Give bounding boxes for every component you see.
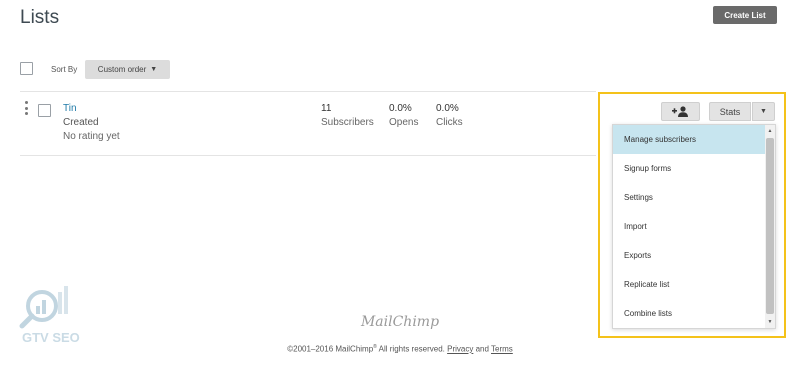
menu-list: Manage subscribers Signup forms Settings… xyxy=(613,125,765,328)
menu-item-manage-subscribers[interactable]: Manage subscribers xyxy=(613,125,765,154)
list-row-checkbox[interactable] xyxy=(38,104,51,117)
rights-text: All rights reserved. xyxy=(376,344,448,354)
menu-scrollbar[interactable]: ▲ ▼ xyxy=(765,125,775,328)
stats-dropdown-toggle[interactable]: ▼ xyxy=(752,102,775,121)
footer-copyright: ©2001–2016 MailChimp® All rights reserve… xyxy=(0,344,800,354)
page-title: Lists xyxy=(20,7,60,28)
sort-by-label: Sort By xyxy=(51,65,78,74)
scroll-up-icon[interactable]: ▲ xyxy=(767,128,773,134)
watermark-text: GTV SEO xyxy=(22,330,80,345)
opens-rate: 0.0% xyxy=(389,103,412,114)
divider-top xyxy=(20,91,596,92)
stats-button[interactable]: Stats xyxy=(709,102,751,121)
opens-label: Opens xyxy=(389,117,419,128)
clicks-label: Clicks xyxy=(436,117,463,128)
menu-item-replicate-list[interactable]: Replicate list xyxy=(613,270,765,299)
sort-select[interactable]: Custom order ▼ xyxy=(85,60,170,79)
menu-item-import[interactable]: Import xyxy=(613,212,765,241)
drag-handle-icon[interactable] xyxy=(24,101,28,115)
mailchimp-logo: MailChimp xyxy=(360,314,440,330)
and-text: and xyxy=(473,344,491,354)
menu-item-settings[interactable]: Settings xyxy=(613,183,765,212)
divider-bottom xyxy=(20,155,596,156)
menu-item-exports[interactable]: Exports xyxy=(613,241,765,270)
list-name-link[interactable]: Tin xyxy=(63,103,77,114)
list-created-text: Created xyxy=(63,117,99,128)
add-subscriber-button[interactable] xyxy=(661,102,700,121)
terms-link[interactable]: Terms xyxy=(491,345,513,354)
menu-item-signup-forms[interactable]: Signup forms xyxy=(613,154,765,183)
create-list-button[interactable]: Create List xyxy=(713,6,777,24)
privacy-link[interactable]: Privacy xyxy=(447,345,473,354)
scroll-thumb[interactable] xyxy=(766,138,774,314)
clicks-rate: 0.0% xyxy=(436,103,459,114)
add-person-icon xyxy=(671,106,688,117)
chevron-down-icon: ▼ xyxy=(760,108,767,115)
sort-select-value: Custom order xyxy=(97,65,147,74)
copyright-text: ©2001–2016 MailChimp xyxy=(287,344,374,354)
select-all-checkbox[interactable] xyxy=(20,62,33,75)
subscribers-label: Subscribers xyxy=(321,117,374,128)
list-rating-text: No rating yet xyxy=(63,131,120,142)
list-actions-menu: Manage subscribers Signup forms Settings… xyxy=(612,124,776,329)
chevron-down-icon: ▼ xyxy=(150,66,158,73)
subscribers-count: 11 xyxy=(321,103,332,114)
